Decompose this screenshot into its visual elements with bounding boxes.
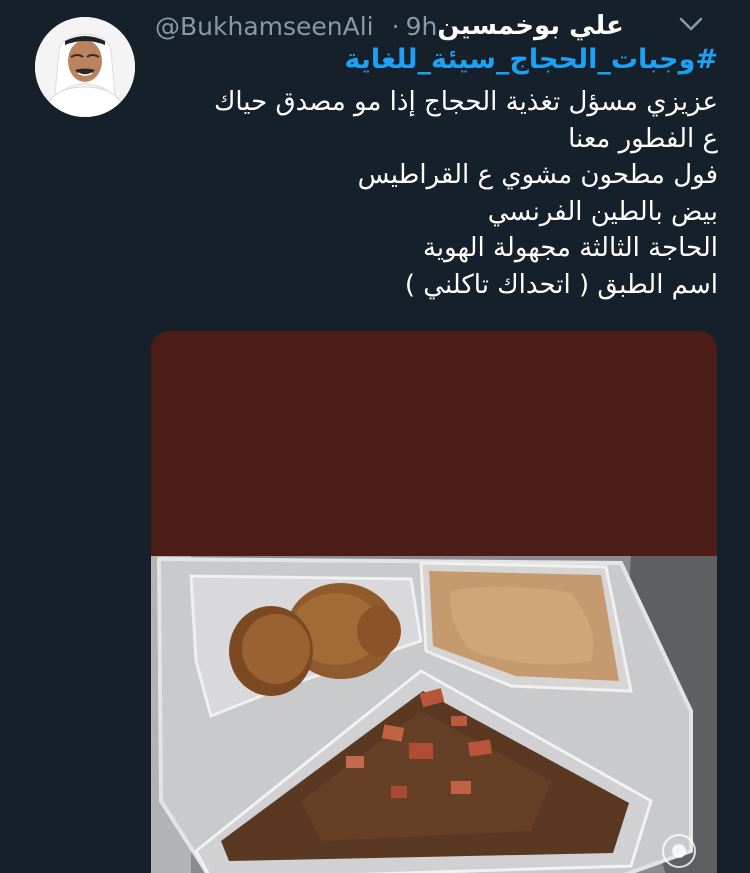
tweet-line-2: ع الفطور معنا <box>568 123 718 154</box>
hashtag-link[interactable]: #وجبات_الحجاج_سيئة_للغاية <box>344 44 718 75</box>
tweet-card[interactable]: علي بوخمسين @BukhamseenAli · 9h #وجبات_ا… <box>0 0 750 873</box>
tweet-text: عزيزي مسؤل تغذية الحجاج إذا مو مصدق حياك… <box>158 84 718 303</box>
tweet-photo[interactable] <box>151 331 717 873</box>
tweet-header: علي بوخمسين @BukhamseenAli · 9h <box>155 8 655 44</box>
food-tray-image <box>151 331 717 873</box>
separator-dot: · <box>391 11 400 41</box>
tweet-line-6: اسم الطبق ( اتحداك تاكلني ) <box>404 269 718 300</box>
tweet-line-1: عزيزي مسؤل تغذية الحجاج إذا مو مصدق حياك <box>213 87 718 117</box>
tweet-line-5: الحاجة الثالثة مجهولة الهوية <box>422 233 718 263</box>
author-name[interactable]: علي بوخمسين <box>437 11 623 41</box>
tweet-line-3: فول مطحون مشوي ع القراطيس <box>357 160 718 190</box>
tweet-line-4: بيض بالطين الفرنسي <box>487 196 718 227</box>
author-handle[interactable]: @BukhamseenAli <box>155 12 374 41</box>
handle-and-time: @BukhamseenAli · 9h <box>155 12 437 41</box>
tweet-time[interactable]: 9h <box>406 12 438 41</box>
more-options-button[interactable] <box>669 8 713 40</box>
avatar[interactable] <box>35 17 135 117</box>
chevron-down-icon <box>679 17 703 31</box>
avatar-image <box>35 17 135 117</box>
